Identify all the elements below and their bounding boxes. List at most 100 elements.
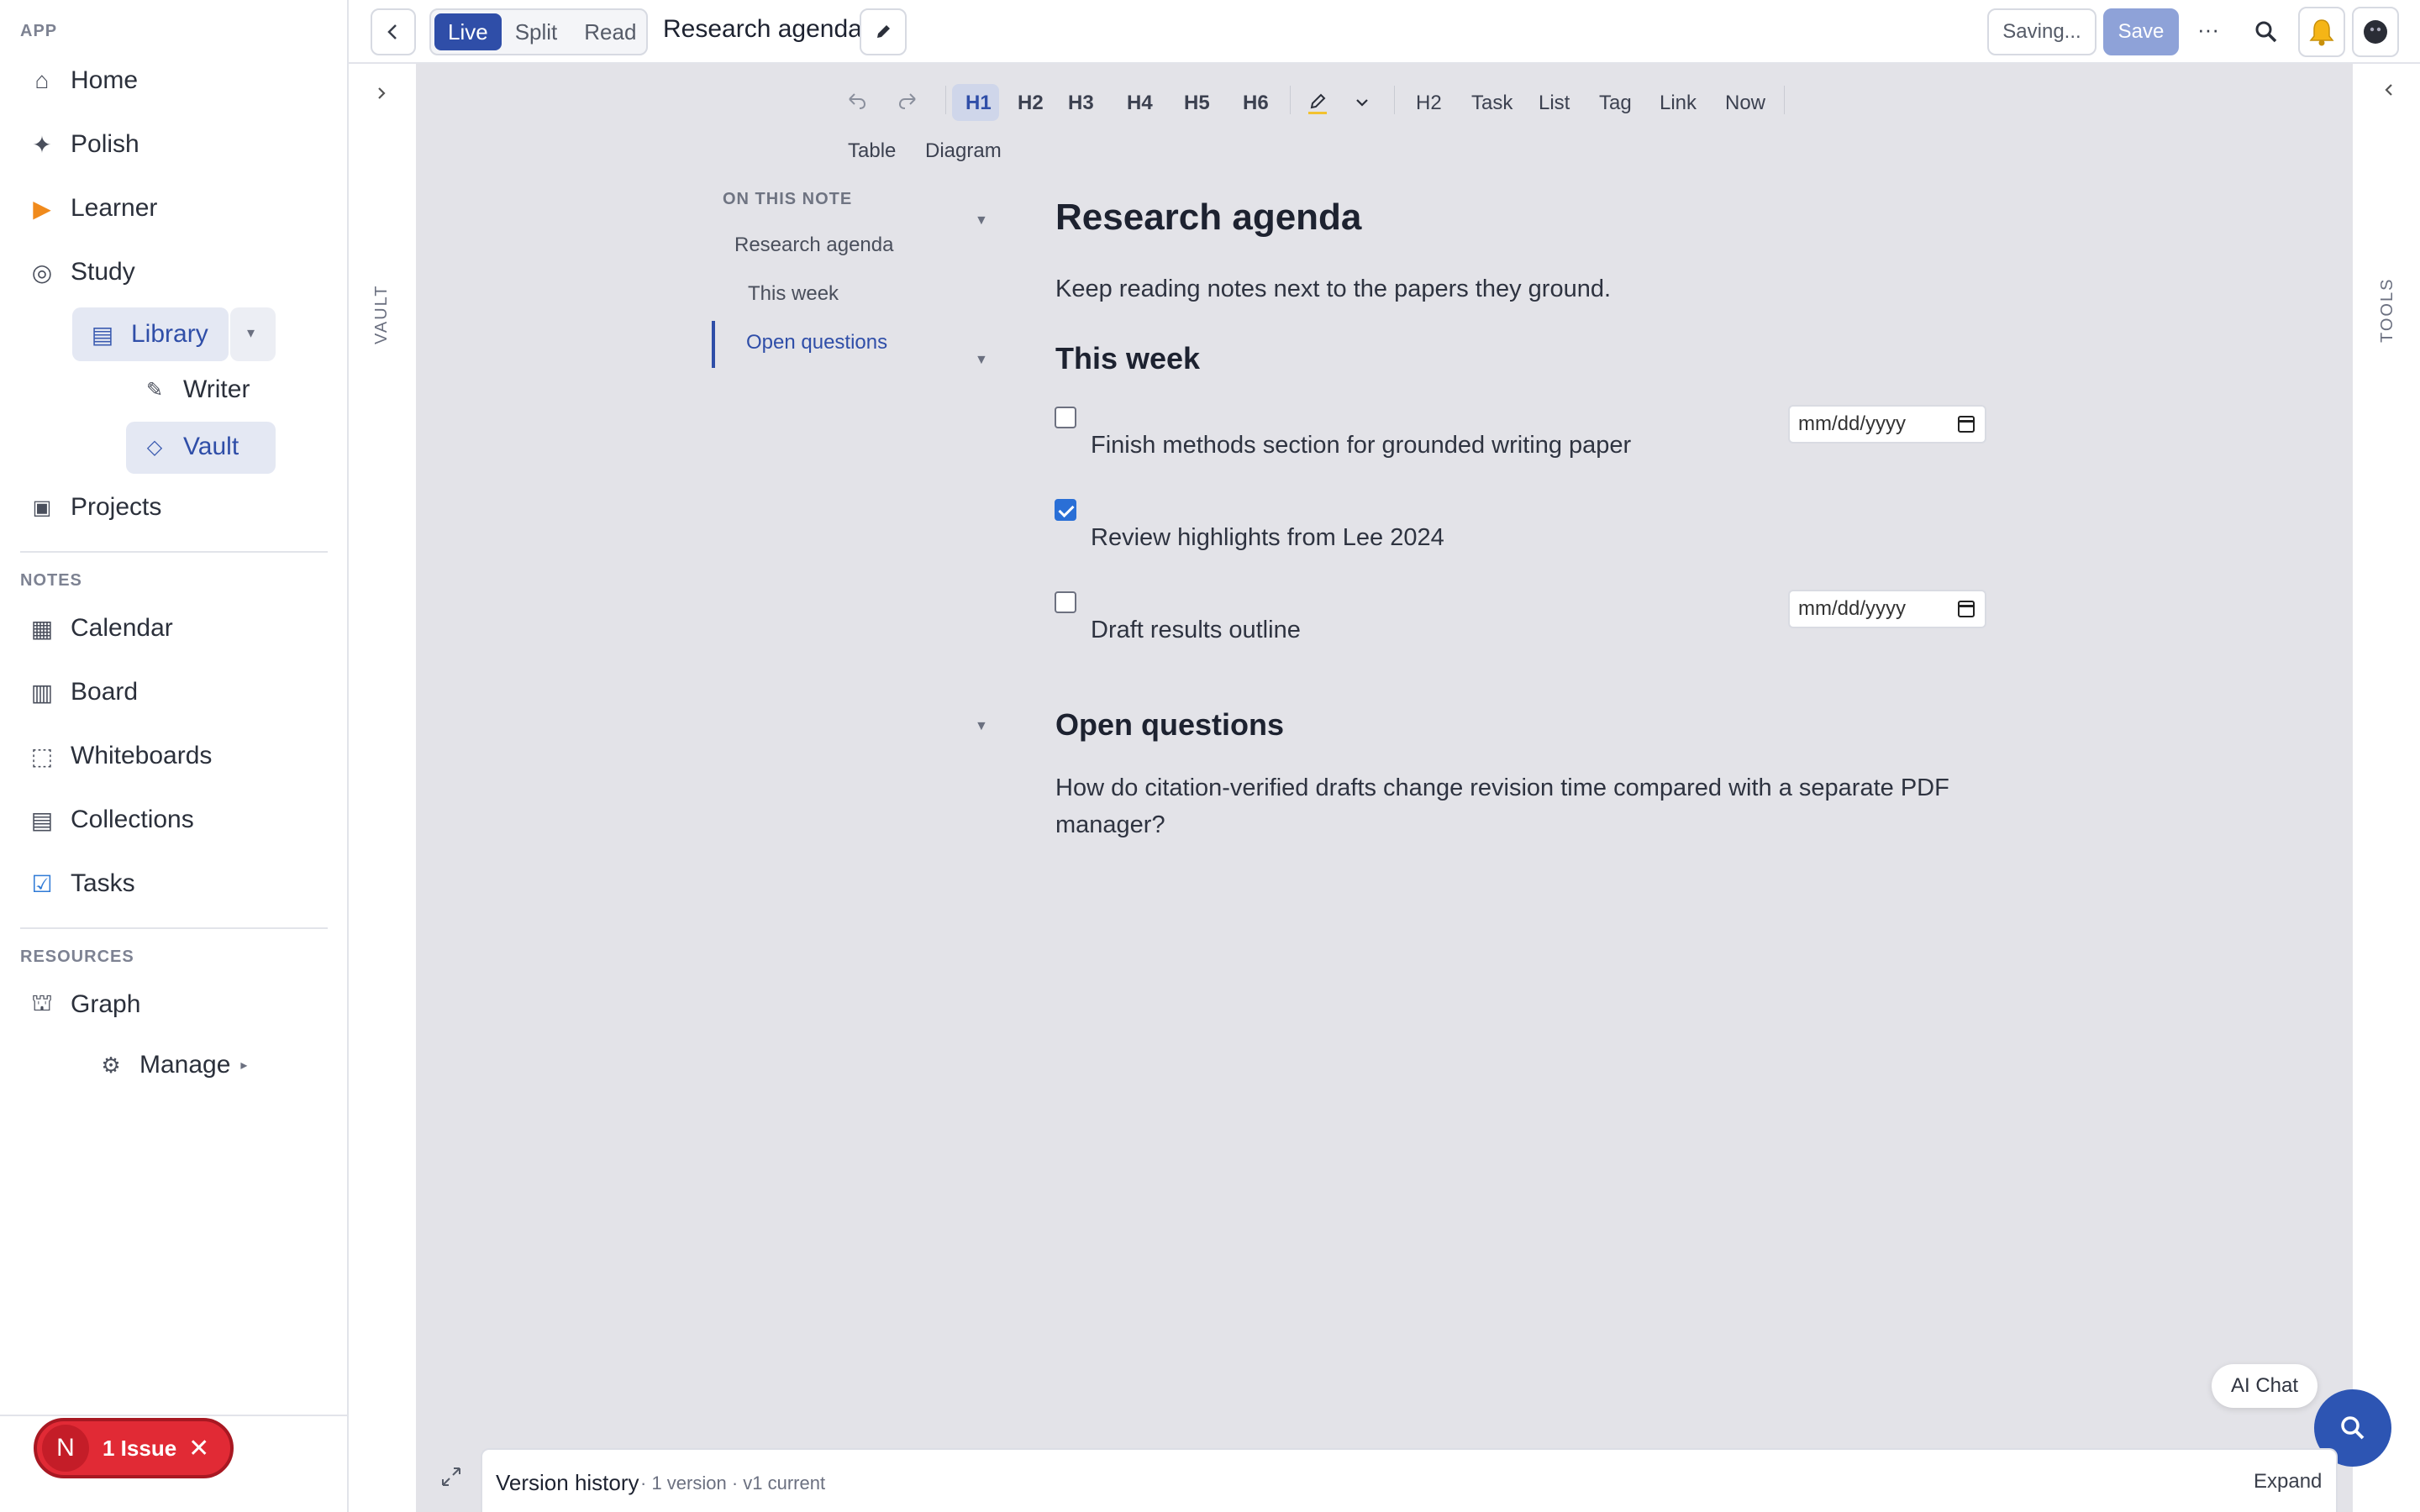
insert-h2-button[interactable]: H2	[1416, 92, 1442, 115]
highlight-button[interactable]	[1305, 91, 1330, 120]
h5-button[interactable]: H5	[1184, 92, 1210, 115]
sidebar-item-board[interactable]: ▥ Board	[25, 667, 138, 717]
collapse-caret-icon[interactable]: ▼	[975, 719, 988, 734]
toc-active-indicator	[712, 321, 715, 368]
sidebar-item-graph[interactable]: ⛫ Graph	[25, 979, 140, 1030]
sidebar-divider	[20, 927, 328, 929]
fullscreen-button[interactable]	[439, 1465, 463, 1493]
account-button[interactable]	[2352, 7, 2399, 57]
undo-icon	[849, 93, 866, 109]
back-button[interactable]	[371, 8, 416, 55]
top-bar: Live Split Read Research agenda Saving..…	[349, 0, 2420, 64]
version-meta: · 1 version · v1 current	[640, 1473, 826, 1494]
search-icon	[2341, 1416, 2365, 1440]
insert-table-button[interactable]: Table	[848, 139, 896, 163]
sidebar-item-collections[interactable]: ▤ Collections	[25, 795, 194, 845]
diamond-icon: ◇	[146, 435, 163, 459]
chevron-down-icon: ▾	[247, 324, 255, 341]
library-expand-button[interactable]: ▾	[230, 307, 276, 361]
h6-button[interactable]: H6	[1243, 92, 1269, 115]
sidebar-item-label: Projects	[71, 493, 162, 521]
board-icon: ▥	[30, 679, 54, 706]
sidebar-item-vault[interactable]: ◇ Vault	[138, 422, 239, 472]
issue-badge[interactable]: N 1 Issue ✕	[34, 1418, 234, 1478]
toc-item-this-week[interactable]: This week	[748, 282, 839, 306]
ai-chat-button[interactable]: AI Chat	[2212, 1364, 2317, 1408]
mode-live-button[interactable]: Live	[434, 13, 502, 50]
section-title-resources: RESOURCES	[20, 948, 134, 966]
sidebar-item-calendar[interactable]: ▦ Calendar	[25, 603, 173, 654]
vault-label: VAULT	[372, 284, 391, 345]
sidebar-item-study[interactable]: ◎ Study	[25, 247, 135, 297]
sidebar-item-label: Collections	[71, 806, 194, 833]
collapse-caret-icon[interactable]: ▼	[975, 353, 988, 368]
task-text[interactable]: Review highlights from Lee 2024	[1091, 524, 1444, 552]
sidebar-item-projects[interactable]: ▣ Projects	[25, 482, 162, 533]
sidebar-item-home[interactable]: ⌂ Home	[25, 55, 139, 106]
h3-button[interactable]: H3	[1068, 92, 1094, 115]
undo-button[interactable]	[844, 89, 868, 117]
sidebar-item-writer[interactable]: ✎ Writer	[138, 365, 250, 415]
insert-list-button[interactable]: List	[1539, 92, 1570, 115]
notifications-button[interactable]	[2298, 7, 2345, 57]
close-icon[interactable]: ✕	[188, 1434, 209, 1463]
expand-version-button[interactable]: Expand	[2254, 1470, 2322, 1494]
sidebar-item-label: Learner	[71, 194, 158, 222]
view-mode-switch: Live Split Read	[429, 8, 648, 55]
note-intro[interactable]: Keep reading notes next to the papers th…	[1055, 270, 1611, 307]
note-title[interactable]: Research agenda	[663, 15, 862, 44]
collapse-caret-icon[interactable]: ▼	[975, 213, 988, 228]
save-status: Saving...	[1987, 8, 2096, 55]
sidebar-item-whiteboards[interactable]: ⬚ Whiteboards	[25, 731, 213, 781]
task-checkbox[interactable]	[1055, 407, 1076, 428]
library-icon: ▤	[91, 321, 114, 348]
avatar-icon	[2364, 20, 2387, 44]
section-heading-this-week[interactable]: This week	[1055, 341, 1200, 376]
redo-button[interactable]	[897, 89, 920, 117]
task-checkbox-checked[interactable]	[1055, 499, 1076, 521]
expand-tools-button[interactable]	[2381, 82, 2396, 102]
version-history-label[interactable]: Version history	[496, 1470, 639, 1496]
insert-link-button[interactable]: Link	[1660, 92, 1697, 115]
sidebar-item-learner[interactable]: ▶ Learner	[25, 183, 157, 234]
insert-tag-button[interactable]: Tag	[1599, 92, 1632, 115]
task-text[interactable]: Finish methods section for grounded writ…	[1091, 432, 1631, 459]
section-heading-open-questions[interactable]: Open questions	[1055, 707, 1284, 743]
sidebar-footer-divider	[0, 1415, 349, 1416]
h4-button[interactable]: H4	[1127, 92, 1153, 115]
expand-vault-button[interactable]	[374, 86, 389, 105]
toolbar-divider	[1394, 86, 1395, 114]
note-heading[interactable]: Research agenda	[1055, 197, 1361, 239]
toc-item-open-questions[interactable]: Open questions	[746, 331, 887, 354]
h2-button[interactable]: H2	[1018, 92, 1044, 115]
sidebar-item-label: Manage	[139, 1051, 231, 1079]
rename-button[interactable]	[860, 8, 907, 55]
insert-diagram-button[interactable]: Diagram	[925, 139, 1002, 163]
more-menu-button[interactable]: ···	[2197, 17, 2219, 43]
task-text[interactable]: Draft results outline	[1091, 617, 1301, 644]
h1-button[interactable]: H1	[965, 92, 992, 115]
section-title-app: APP	[20, 22, 58, 40]
projects-icon: ▣	[32, 496, 52, 519]
question-text-line1[interactable]: How do citation-verified drafts change r…	[1055, 769, 1949, 806]
sidebar-item-label: Writer	[183, 375, 250, 403]
mode-read-button[interactable]: Read	[571, 13, 650, 50]
sidebar-item-tasks[interactable]: ☑ Tasks	[25, 858, 134, 909]
search-button[interactable]	[2253, 18, 2280, 50]
sidebar-item-library[interactable]: ▤ Library	[86, 309, 208, 360]
insert-task-button[interactable]: Task	[1471, 92, 1512, 115]
sidebar-item-label: Polish	[71, 130, 139, 158]
save-button[interactable]: Save	[2103, 8, 2179, 55]
pencil-icon	[877, 25, 890, 38]
insert-now-button[interactable]: Now	[1725, 92, 1765, 115]
task-due-date-input[interactable]: mm/dd/yyyy	[1788, 590, 1986, 628]
task-checkbox[interactable]	[1055, 591, 1076, 613]
sidebar-item-manage[interactable]: ⚙ Manage ▸	[94, 1040, 247, 1090]
toc-item-research-agenda[interactable]: Research agenda	[734, 234, 893, 257]
mode-split-button[interactable]: Split	[502, 13, 571, 50]
highlight-color-dropdown[interactable]	[1354, 94, 1370, 115]
task-due-date-input[interactable]: mm/dd/yyyy	[1788, 405, 1986, 444]
question-text-line2[interactable]: manager?	[1055, 806, 1165, 843]
sidebar-item-polish[interactable]: ✦ Polish	[25, 119, 139, 170]
date-placeholder: mm/dd/yyyy	[1798, 597, 1907, 620]
